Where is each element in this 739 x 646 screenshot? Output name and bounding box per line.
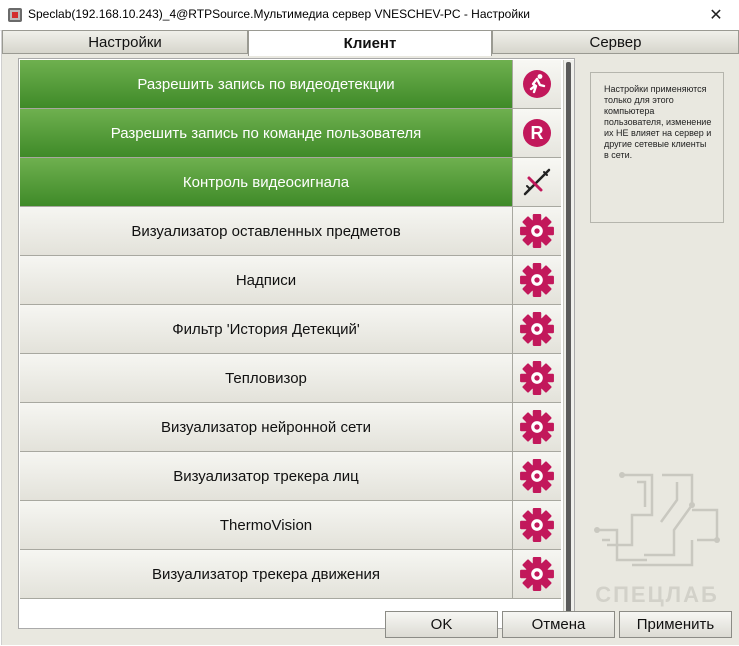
list-item-label[interactable]: Надписи: [20, 256, 513, 304]
list-item-label[interactable]: Разрешить запись по видеодетекции: [20, 60, 513, 108]
gear-icon[interactable]: [513, 354, 561, 402]
plugin-list: Разрешить запись по видеодетекции Разреши…: [18, 58, 575, 629]
list-item[interactable]: Контроль видеосигнала: [20, 158, 561, 207]
list-item[interactable]: Разрешить запись по команде пользователя…: [20, 109, 561, 158]
title-bar: Speclab(192.168.10.243)_4@RTPSource.Муль…: [0, 0, 739, 31]
ok-button[interactable]: OK: [385, 611, 498, 638]
record-r-icon[interactable]: R: [513, 109, 561, 157]
list-item[interactable]: ThermoVision: [20, 501, 561, 550]
list-item[interactable]: Визуализатор оставленных предметов: [20, 207, 561, 256]
close-icon: ✕: [709, 7, 723, 24]
list-item[interactable]: Визуализатор нейронной сети: [20, 403, 561, 452]
list-item[interactable]: Тепловизор: [20, 354, 561, 403]
list-item-label[interactable]: Фильтр 'История Детекций': [20, 305, 513, 353]
signal-cut-icon[interactable]: [513, 158, 561, 206]
tab-server[interactable]: Сервер: [492, 30, 739, 54]
close-button[interactable]: ✕: [693, 0, 739, 30]
gear-icon[interactable]: [513, 452, 561, 500]
list-item-label[interactable]: Визуализатор нейронной сети: [20, 403, 513, 451]
scrollbar-thumb[interactable]: [566, 62, 571, 622]
list-item-label[interactable]: Разрешить запись по команде пользователя: [20, 109, 513, 157]
list-item-label[interactable]: Визуализатор оставленных предметов: [20, 207, 513, 255]
list-item-label[interactable]: ThermoVision: [20, 501, 513, 549]
gear-icon[interactable]: [513, 501, 561, 549]
tab-client[interactable]: Клиент: [248, 30, 492, 56]
list-item-label[interactable]: Визуализатор трекера движения: [20, 550, 513, 598]
info-note: Настройки применяются только для этого к…: [590, 72, 724, 223]
scrollbar[interactable]: [563, 60, 574, 627]
gear-icon[interactable]: [513, 256, 561, 304]
apply-button[interactable]: Применить: [619, 611, 732, 638]
tab-settings[interactable]: Настройки: [2, 30, 248, 54]
gear-icon[interactable]: [513, 550, 561, 598]
list-item-label[interactable]: Визуализатор трекера лиц: [20, 452, 513, 500]
logo-text: СПЕЦЛАБ: [595, 582, 719, 607]
speclab-logo: СПЕЦЛАБ: [594, 472, 720, 607]
list-item[interactable]: Фильтр 'История Детекций': [20, 305, 561, 354]
gear-icon[interactable]: [513, 305, 561, 353]
list-item-label[interactable]: Тепловизор: [20, 354, 513, 402]
running-man-icon[interactable]: [513, 60, 561, 108]
window-title: Speclab(192.168.10.243)_4@RTPSource.Муль…: [28, 7, 530, 21]
tab-bar: Настройки Клиент Сервер: [2, 30, 739, 56]
app-icon: [8, 8, 22, 22]
list-item-label[interactable]: Контроль видеосигнала: [20, 158, 513, 206]
list-item[interactable]: Визуализатор трекера лиц: [20, 452, 561, 501]
list-item[interactable]: Разрешить запись по видеодетекции: [20, 60, 561, 109]
svg-text:R: R: [531, 123, 544, 143]
gear-icon[interactable]: [513, 207, 561, 255]
list-item[interactable]: Надписи: [20, 256, 561, 305]
plugin-list-items: Разрешить запись по видеодетекции Разреши…: [20, 60, 561, 599]
settings-dialog: Настройки Клиент Сервер Разрешить запись…: [1, 30, 739, 645]
list-item[interactable]: Визуализатор трекера движения: [20, 550, 561, 599]
gear-icon[interactable]: [513, 403, 561, 451]
cancel-button[interactable]: Отмена: [502, 611, 615, 638]
